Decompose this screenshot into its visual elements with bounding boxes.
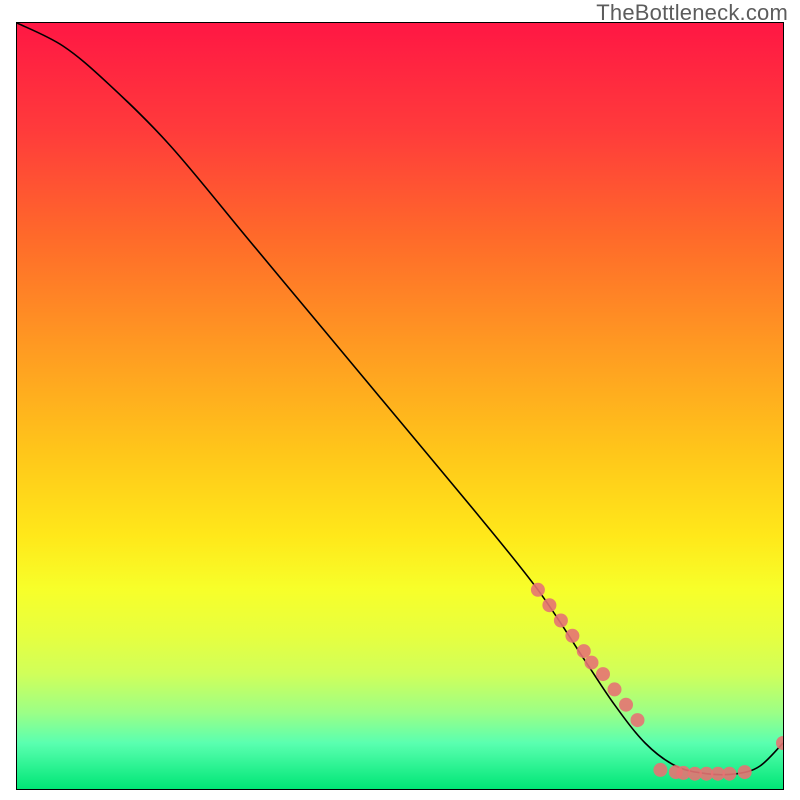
data-point <box>565 629 579 643</box>
chart-container: TheBottleneck.com <box>0 0 800 800</box>
data-point <box>653 763 667 777</box>
data-point <box>711 767 725 781</box>
chart-svg <box>17 23 783 789</box>
data-point <box>608 682 622 696</box>
data-point <box>531 583 545 597</box>
data-point <box>722 767 736 781</box>
data-point <box>554 614 568 628</box>
data-point <box>676 766 690 780</box>
data-point <box>596 667 610 681</box>
data-point <box>577 644 591 658</box>
data-point <box>585 656 599 670</box>
data-point <box>619 698 633 712</box>
marker-cluster-a <box>531 583 645 727</box>
data-point <box>776 736 783 750</box>
data-point <box>688 767 702 781</box>
plot-area <box>16 22 784 790</box>
marker-cluster-b <box>653 736 783 781</box>
data-point <box>738 765 752 779</box>
data-point <box>631 713 645 727</box>
data-point <box>699 767 713 781</box>
data-point <box>542 598 556 612</box>
bottleneck-curve <box>17 23 783 775</box>
data-point <box>669 765 683 779</box>
